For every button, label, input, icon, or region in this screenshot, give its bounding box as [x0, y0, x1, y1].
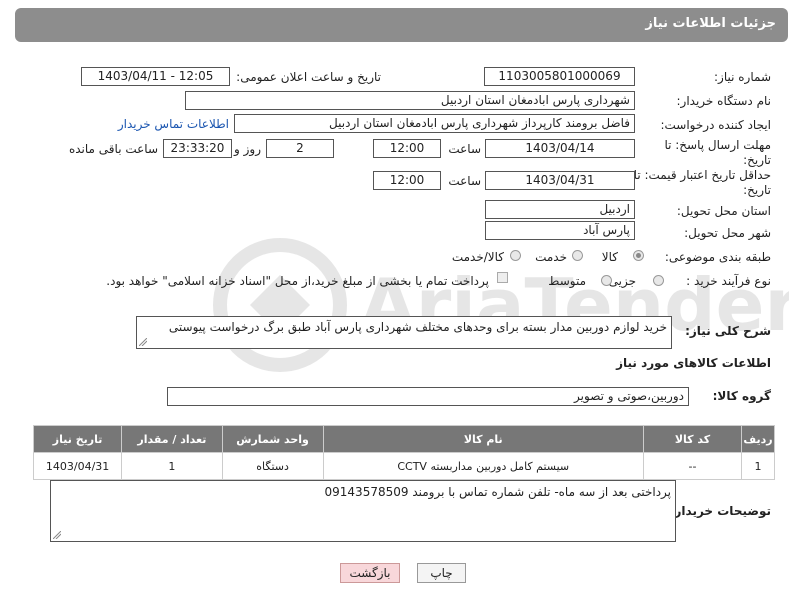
table-cell-goods-code: -- — [642, 452, 743, 480]
province-label: استان محل تحویل: — [676, 204, 771, 218]
remaining-time-label: ساعت باقی مانده — [68, 142, 158, 156]
description-label: شرح کلی نیاز: — [685, 324, 771, 338]
price-time-field: 12:00 — [373, 171, 441, 190]
price-date-field: 1403/04/31 — [485, 171, 635, 190]
table-header: واحد شمارش — [221, 425, 324, 453]
table-cell-quantity: 1 — [121, 452, 223, 480]
announce-label: تاریخ و ساعت اعلان عمومی: — [236, 70, 381, 84]
process-label: نوع فرآیند خرید : — [686, 274, 771, 288]
remaining-time-field: 23:33:20 — [163, 139, 232, 158]
table-cell-goods-name: سیستم کامل دوربین مداربسته CCTV — [322, 452, 644, 480]
process-medium-label: متوسط — [548, 274, 586, 288]
table-header: نام کالا — [322, 425, 644, 453]
items-table: ردیف کد کالا نام کالا واحد شمارش تعداد /… — [32, 425, 775, 480]
need-number-field: 1103005801000069 — [484, 67, 635, 86]
price-time-label: ساعت — [448, 174, 481, 188]
treasury-payment-checkbox[interactable] — [497, 272, 508, 283]
category-goods-service-label: کالا/خدمت — [451, 250, 504, 264]
buyer-org-label: نام دستگاه خریدار: — [676, 94, 772, 108]
reply-deadline-label: مهلت ارسال پاسخ: تا تاریخ: — [664, 138, 771, 167]
province-field: اردبیل — [485, 200, 635, 219]
category-goods-radio[interactable] — [633, 250, 644, 261]
resize-grip-icon — [53, 531, 61, 539]
buyer-notes-label: توضیحات خریدار: — [669, 504, 771, 518]
description-textarea: خرید لوازم دوربین مدار بسته برای وحدهای … — [136, 316, 672, 349]
days-label: روز و — [234, 142, 261, 156]
description-text: خرید لوازم دوربین مدار بسته برای وحدهای … — [168, 320, 667, 334]
category-label: طبقه بندی موضوعی: — [664, 250, 771, 264]
days-field: 2 — [266, 139, 334, 158]
category-goods-service-radio[interactable] — [510, 250, 521, 261]
page-header: جزئیات اطلاعات نیاز — [15, 8, 788, 42]
reply-time-field: 12:00 — [373, 139, 441, 158]
reply-date-field: 1403/04/14 — [485, 139, 635, 158]
goods-group-label: گروه کالا: — [712, 389, 771, 403]
resize-grip-icon — [139, 338, 147, 346]
reply-time-label: ساعت — [448, 142, 481, 156]
buyer-org-field: شهرداری پارس ابادمغان استان اردبیل — [185, 91, 635, 110]
creator-label: ایجاد کننده درخواست: — [660, 118, 771, 132]
buyer-contact-link[interactable]: اطلاعات تماس خریدار — [118, 117, 229, 131]
table-header: تعداد / مقدار — [121, 425, 223, 453]
goods-group-field: دوربین،صوتی و تصویر — [167, 387, 689, 406]
table-header: کد کالا — [642, 425, 743, 453]
category-service-label: خدمت — [535, 250, 567, 264]
buyer-notes-textarea: پرداختی بعد از سه ماه- تلفن شماره تماس ب… — [50, 480, 676, 542]
process-small-label: جزیی — [608, 274, 636, 288]
treasury-payment-note: پرداخت تمام یا بخشی از مبلغ خرید،از محل … — [106, 274, 489, 288]
category-goods-label: کالا — [601, 250, 618, 264]
goods-section-title: اطلاعات کالاهای مورد نیاز — [616, 356, 771, 370]
buyer-notes-text: پرداختی بعد از سه ماه- تلفن شماره تماس ب… — [324, 485, 671, 499]
city-field: پارس آباد — [485, 221, 635, 240]
table-header-row: ردیف کد کالا نام کالا واحد شمارش تعداد /… — [32, 425, 775, 453]
creator-field: فاضل برومند کارپرداز شهرداری پارس ابادمغ… — [234, 114, 635, 133]
table-cell-need-date: 1403/04/31 — [32, 452, 123, 480]
need-number-label: شماره نیاز: — [714, 70, 771, 84]
page-title: جزئیات اطلاعات نیاز — [645, 16, 776, 31]
announce-datetime-field: 1403/04/11 - 12:05 — [81, 67, 230, 86]
table-header: تاریخ نیاز — [32, 425, 123, 453]
table-cell-unit: دستگاه — [221, 452, 324, 480]
category-service-radio[interactable] — [572, 250, 583, 261]
table-cell-row-number: 1 — [741, 452, 775, 480]
process-medium-radio[interactable] — [601, 275, 612, 286]
table-header: ردیف — [741, 425, 775, 453]
table-row: 1 -- سیستم کامل دوربین مداربسته CCTV دست… — [32, 452, 775, 480]
print-button[interactable]: چاپ — [417, 563, 466, 583]
price-validity-label: حداقل تاریخ اعتبار قیمت: تا تاریخ: — [633, 168, 771, 197]
process-small-radio[interactable] — [653, 275, 664, 286]
city-label: شهر محل تحویل: — [684, 226, 771, 240]
back-button[interactable]: بازگشت — [340, 563, 400, 583]
